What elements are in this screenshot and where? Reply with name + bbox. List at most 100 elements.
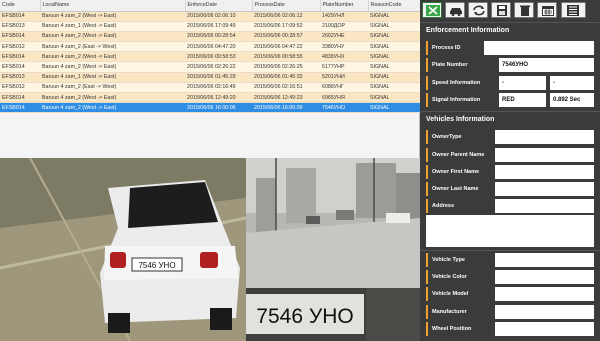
table-cell: 2015/06/06 00:28:54 — [185, 31, 252, 43]
table-cell: 2015/06/06 01:45:32 — [252, 72, 320, 83]
list-icon — [567, 5, 579, 16]
table-cell: 2015/06/06 04:47:22 — [252, 41, 320, 53]
table-cell: EFSB014 — [0, 11, 40, 22]
table-cell: 2015/06/06 17:09:52 — [252, 21, 320, 32]
table-row[interactable]: EFSB014 Baruun 4 zam_2 (West -> East) 2015… — [0, 92, 420, 104]
table-cell: 2015/06/06 12:49:20 — [185, 92, 252, 104]
table-cell: 2015/06/06 16:00:09 — [252, 102, 320, 114]
speed-limit-field[interactable]: - — [550, 76, 594, 90]
table-row[interactable]: EFSB014 Baruun 4 zam_2 (West -> East) 2015… — [0, 51, 420, 63]
table-cell: 6088УНГ — [320, 82, 368, 94]
vehicle-color-field[interactable] — [495, 270, 594, 284]
table-cell: 1429УНЛ — [320, 11, 368, 22]
manufacturer-field[interactable] — [495, 305, 594, 319]
table-cell: 2015/06/06 00:58:55 — [252, 51, 320, 63]
table-cell: EFSB013 — [0, 72, 40, 83]
info-panel: Enforcement Information Process ID Plate… — [420, 0, 600, 341]
table-cell: SIGNAL — [368, 61, 420, 73]
table-row[interactable]: EFSB012 Baruun 4 zam_2 (East -> West) 2015… — [0, 41, 420, 53]
owner-first-name-field[interactable] — [495, 165, 594, 179]
plate-number-field[interactable]: 7546УНО — [499, 58, 594, 72]
owner-first-name-label: Owner First Name — [426, 165, 492, 179]
save-icon — [497, 5, 507, 16]
address-field-line1[interactable] — [495, 199, 594, 213]
process-id-label: Process ID — [426, 41, 484, 55]
table-cell: EFSB012 — [0, 82, 40, 94]
refresh-button[interactable] — [468, 2, 488, 18]
table-cell: SIGNAL — [368, 41, 420, 53]
vehicle-search-button[interactable] — [445, 2, 465, 18]
table-cell: EFSB014 — [0, 51, 40, 63]
delete-button[interactable] — [514, 2, 534, 18]
table-cell: Baruun 4 zam_2 (East -> West) — [40, 82, 185, 94]
owner-type-field[interactable] — [495, 130, 594, 144]
column-header-platenumber[interactable]: PlateNumber — [320, 0, 369, 12]
list-view-button[interactable] — [561, 2, 586, 18]
speed-value-field[interactable]: - — [499, 76, 546, 90]
table-row[interactable]: EFSB013 Baruun 4 zam_1 (West -> East) 2015… — [0, 72, 420, 83]
table-cell: 2015/06/06 02:16:51 — [252, 82, 320, 94]
table-cell: Baruun 4 zam_2 (West -> East) — [40, 102, 185, 114]
table-cell: SIGNAL — [368, 102, 420, 114]
table-cell: 5201УНИ — [320, 72, 368, 83]
table-row[interactable]: EFSB014 Baruun 4 zam_2 (West -> East) 2015… — [0, 102, 420, 114]
vehicle-model-label: Vehicle Model — [426, 287, 492, 301]
table-cell: Baruun 4 zam_2 (West -> East) — [40, 11, 185, 22]
vehicle-model-field[interactable] — [495, 287, 594, 301]
table-cell: 2015/06/06 02:06:12 — [252, 11, 320, 22]
table-row[interactable]: EFSB014 Baruun 4 zam_2 (West -> East) 2015… — [0, 11, 420, 22]
save-button[interactable] — [491, 2, 511, 18]
table-cell: 2015/06/06 00:28:57 — [252, 31, 320, 43]
violations-grid: Code LocalName EnforceDate ProcessDate P… — [0, 0, 421, 158]
column-header-code[interactable]: Code — [0, 0, 41, 12]
table-cell: Baruun 4 zam_2 (West -> East) — [40, 61, 185, 73]
owner-parent-name-field[interactable] — [495, 148, 594, 162]
table-cell: SIGNAL — [368, 21, 420, 32]
table-cell: 2015/06/06 02:26:22 — [185, 61, 252, 73]
column-header-enforcedate[interactable]: EnforceDate — [185, 0, 253, 12]
vehicle-type-field[interactable] — [495, 253, 594, 267]
column-header-localname[interactable]: LocalName — [40, 0, 186, 12]
trash-icon — [520, 5, 530, 16]
table-cell: 2100ДОР — [320, 21, 368, 32]
table-cell: 2015/06/06 12:49:23 — [252, 92, 320, 104]
signal-time-field[interactable]: 0.892 Sec — [550, 93, 594, 107]
table-cell: Baruun 4 zam_2 (East -> West) — [40, 41, 185, 53]
owner-parent-name-label: Owner Parent Name — [426, 148, 492, 162]
table-cell: EFSB012 — [0, 41, 40, 53]
table-row[interactable]: EFSB014 Baruun 4 zam_2 (West -> East) 2015… — [0, 31, 420, 43]
table-cell: EFSB013 — [0, 21, 40, 32]
table-row[interactable]: EFSB012 Baruun 4 zam_2 (East -> West) 2015… — [0, 82, 420, 94]
address-field-area[interactable] — [426, 215, 594, 247]
calendar-button[interactable] — [537, 2, 557, 18]
street-overview-photo[interactable]: 7546 УНО — [246, 158, 420, 341]
table-cell: 6965УНЯ — [320, 92, 368, 104]
car-icon — [450, 8, 462, 16]
table-cell: EFSB014 — [0, 92, 40, 104]
speed-info-label: Speed Information — [426, 76, 496, 90]
table-cell: Baruun 4 zam_1 (West -> East) — [40, 72, 185, 83]
table-cell: SIGNAL — [368, 82, 420, 94]
section-divider-2 — [420, 250, 600, 251]
table-header-row: Code LocalName EnforceDate ProcessDate P… — [0, 0, 421, 12]
address-label: Address — [426, 199, 492, 213]
export-excel-button[interactable] — [422, 2, 442, 18]
table-cell: SIGNAL — [368, 11, 420, 22]
owner-last-name-label: Owner Last Name — [426, 182, 492, 196]
wheel-position-field[interactable] — [495, 322, 594, 336]
table-row[interactable]: EFSB014 Baruun 4 zam_2 (West -> East) 2015… — [0, 61, 420, 73]
column-header-processdate[interactable]: ProcessDate — [252, 0, 321, 12]
owner-last-name-field[interactable] — [495, 182, 594, 196]
table-cell: Baruun 4 zam_1 (West -> East) — [40, 21, 185, 32]
car-rear-photo[interactable]: 7546 УНО — [0, 158, 246, 341]
signal-color-field[interactable]: RED — [499, 93, 546, 107]
car-plate-text: 7546 УНО — [138, 261, 175, 270]
table-cell: EFSB014 — [0, 31, 40, 43]
section-divider — [420, 111, 600, 112]
table-cell: 2015/06/06 16:00:06 — [185, 102, 252, 114]
table-row[interactable]: EFSB013 Baruun 4 zam_1 (West -> East) 2015… — [0, 21, 420, 32]
column-header-reasoncode[interactable]: ReasonCode — [368, 0, 421, 12]
table-cell: 7546УНО — [320, 102, 368, 114]
table-cell: SIGNAL — [368, 31, 420, 43]
process-id-field[interactable] — [484, 41, 594, 55]
